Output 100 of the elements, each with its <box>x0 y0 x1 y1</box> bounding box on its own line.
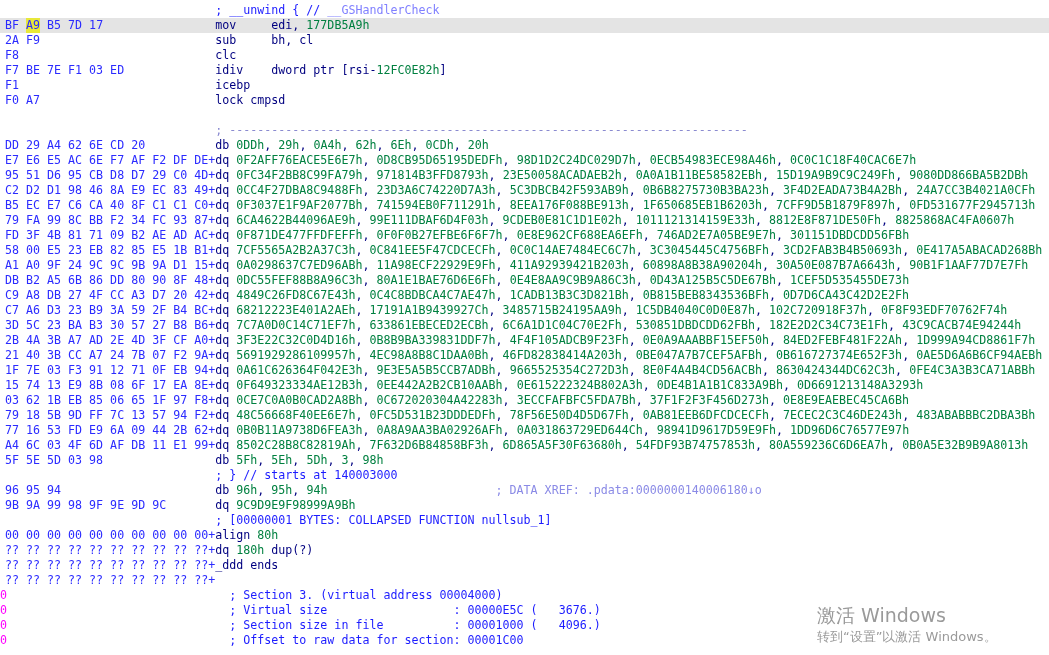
instruction-mnemonic: dq <box>215 288 230 303</box>
instruction-operands: 0F649323334AE12B3h, 0EE442A2B2CB10AABh, 0E615222324B802A3h, 0DE4B1A1B1C833A9Bh, 0D6691213148A3293h <box>236 378 924 393</box>
hex-bytes: ?? ?? ?? ?? ?? ?? ?? ?? ?? ??+ <box>5 543 216 558</box>
instruction-operands: 0A61C626364F042E3h, 9E3E5A5B5CCB7ADBh, 9665525354C272D3h, 8E0F4A4B4CD56ACBh, 8630424344DC62C3h, 0FE4C3A3B3CA71ABBh <box>236 363 1036 378</box>
code-comment: ; __unwind { // <box>215 3 321 18</box>
instruction-mnemonic: db <box>215 483 230 498</box>
instruction-mnemonic: dq <box>215 498 230 513</box>
hex-bytes: 3D 5C 23 BA B3 30 57 27 B8 B6+ <box>5 318 216 333</box>
instruction-mnemonic: sub <box>215 33 238 48</box>
hex-bytes: 95 51 D6 95 CB D8 D7 29 C0 4D+ <box>5 168 216 183</box>
instruction-operands: 0F3037E1F9AF2077Bh, 741594EB0F711291h, 8EEA176F088BE913h, 1F650685EB1B6203h, 7CFF9D5B1879F897h, 0FD531677F2945713h <box>236 198 1036 213</box>
instruction-operands: 6CA4622B44096AE9h, 99E111DBAF6D4F03h, 9CDEB0E81C1D1E02h, 1011121314159E33h, 8812E8F871DE50Fh, 8825868AC4FA0607h <box>236 213 1015 228</box>
hex-bytes: BF <box>5 18 21 33</box>
hex-bytes: C2 D2 D1 98 46 8A E9 EC 83 49+ <box>5 183 216 198</box>
instruction-mnemonic: lock cmpsd <box>215 93 286 108</box>
code-comment: ; } // starts at 140003000 <box>215 468 398 483</box>
hex-bytes: ?? ?? ?? ?? ?? ?? ?? ?? ?? ??+ <box>5 558 216 573</box>
instruction-operands: 0DC55FEF88B8A96C3h, 80A1E1BAE76D6E6Fh, 0E4E8AA9C9B9A86C3h, 0D43A125B5C5DE67Bh, 1CEF5D535455DE73h <box>236 273 910 288</box>
hex-bytes: 0 <box>0 603 7 618</box>
hex-bytes: C7 A6 D3 23 B9 3A 59 2F B4 BC+ <box>5 303 216 318</box>
xref-comment: ; DATA XREF: .pdata:0000000140006180↓o <box>495 483 762 498</box>
instruction-operands: 0CE7C0A0B0CAD2A8Bh, 0C672020304A42283h, 3ECCFAFBFC5FDA7Bh, 37F1F2F3F456D273h, 0E8E9EAEBEC45CA6Bh <box>236 393 910 408</box>
instruction-mnemonic: dq <box>215 408 230 423</box>
hex-bytes: ?? ?? ?? ?? ?? ?? ?? ?? ?? ??+ <box>5 573 216 588</box>
instruction-mnemonic: _ddd ends <box>215 558 279 573</box>
hex-bytes: 5F 5E 5D 03 98 <box>5 453 104 468</box>
instruction-operands: edi, 177DB5A9h <box>271 18 370 33</box>
instruction-operands: 0B0B11A9738D6FEA3h, 0A8A9AA3BA02926AFh, 0A031863729ED644Ch, 98941D9617D59E9Fh, 1DD96D6C76577E97h <box>236 423 910 438</box>
instruction-operands: 9C9D9E9F98999A9Bh <box>236 498 356 513</box>
hex-bytes: 96 95 94 <box>5 483 62 498</box>
instruction-operands: 48C56668F40EE6E7h, 0FC5D531B23DDDEDFh, 78F56E50D4D5D67Fh, 0AB81EEB6DFCDCECFh, 7ECEC2C3C46DE243h, 483ABABBBC2DBA3Bh <box>236 408 1036 423</box>
hex-bytes: 2B 4A 3B A7 AD 2E 4D 3F CF A0+ <box>5 333 216 348</box>
instruction-operands: 5Fh, 5Eh, 5Dh, 3, 98h <box>236 453 384 468</box>
hex-bytes: 00 00 00 00 00 00 00 00 00 00+ <box>5 528 216 543</box>
hex-bytes: F7 BE 7E F1 03 ED <box>5 63 125 78</box>
instruction-operands: 7C7A0D0C14C71EF7h, 633861EBECED2ECBh, 6C6A1D1C04C70E2Fh, 530851DBDCDD62FBh, 182E2D2C34C73E1Fh, 43C9CACB74E94244h <box>236 318 1022 333</box>
instruction-operands: 0FC34F2BB8C99FA79h, 971814B3FFD8793h, 23E50058ACADAEB2h, 0A0A1B11BE58582EBh, 15D19A9B9C9C249Fh, 9080DD866BA5B2DBh <box>236 168 1029 183</box>
instruction-mnemonic: dq <box>215 303 230 318</box>
instruction-operands: bh, cl <box>271 33 314 48</box>
instruction-mnemonic: dq <box>215 243 230 258</box>
instruction-mnemonic: dq <box>215 543 230 558</box>
hex-bytes: A4 6C 03 4F 6D AF DB 11 E1 99+ <box>5 438 216 453</box>
hex-bytes: F1 <box>5 78 20 93</box>
instruction-operands: dword ptr [rsi-12FC0E82h] <box>271 63 447 78</box>
code-comment: ; [00000001 BYTES: COLLAPSED FUNCTION nullsub_1] <box>215 513 552 528</box>
instruction-mnemonic: dq <box>215 363 230 378</box>
separator-comment: ; -------------------------------------------------------------------------- <box>215 123 748 138</box>
hex-bytes: 77 16 53 FD E9 6A 09 44 2B 62+ <box>5 423 216 438</box>
activation-title: 激活 Windows <box>817 603 946 627</box>
instruction-mnemonic: dq <box>215 393 230 408</box>
instruction-mnemonic: dq <box>215 258 230 273</box>
instruction-operands: 0F2AFF76EACE5E6E7h, 0D8CB95D65195DEDFh, 98D1D2C24DC029D7h, 0ECB54983ECE98A46h, 0C0C1C18F40CAC6E7h <box>236 153 917 168</box>
instruction-operands: 80h <box>257 528 279 543</box>
instruction-operands: 3F3E22C32C0D4D16h, 0B8B9BA339831DDF7h, 4F4F105ADCB9F23Fh, 0E0A9AAABBF15EF50h, 84ED2FEBF481F22Ah, 1D999A94CD8861F7h <box>236 333 1036 348</box>
hex-bytes: 0 <box>0 588 7 603</box>
instruction-mnemonic: dq <box>215 228 230 243</box>
instruction-operands: 5691929286109957h, 4EC98A8B8C1DAA0Bh, 46FD82838414A203h, 0BE047A7B7CEF5AFBh, 0B616727374E652F3h, 0AE5D6A6B6CF94AEBh <box>236 348 1043 363</box>
hex-bytes: DB B2 A5 6B 86 DD 80 90 8F 48+ <box>5 273 216 288</box>
hex-bytes: E7 E6 E5 AC 6E F7 AF F2 DF DE+ <box>5 153 216 168</box>
hex-bytes: 21 40 3B CC A7 24 7B 07 F2 9A+ <box>5 348 216 363</box>
code-comment: ; Section 3. (virtual address 00004000) <box>229 588 503 603</box>
instruction-mnemonic: icebp <box>215 78 252 93</box>
instruction-mnemonic: dq <box>215 183 230 198</box>
hex-bytes: 1F 7E 03 F3 91 12 71 0F EB 94+ <box>5 363 216 378</box>
instruction-mnemonic: dq <box>215 153 230 168</box>
instruction-mnemonic: db <box>215 138 230 153</box>
instruction-mnemonic: dq <box>215 378 230 393</box>
selected-byte: A9 <box>26 18 41 33</box>
instruction-operands: 0CC4F27DBA8C9488Fh, 23D3A6C74220D7A3h, 5C3DBCB42F593AB9h, 0B6B8275730B3BA23h, 3F4D2EADA73B4A2Bh, 24A7CC3B4021A0CFh <box>236 183 1036 198</box>
instruction-operands: 96h, 95h, 94h <box>236 483 329 498</box>
instruction-mnemonic: idiv <box>215 63 245 78</box>
instruction-mnemonic: dq <box>215 333 230 348</box>
code-comment: ; Offset to raw data for section: 00001C00 <box>229 633 524 648</box>
instruction-mnemonic: dq <box>215 423 230 438</box>
code-comment: ; Virtual size : 00000E5C ( 3676.) <box>229 603 601 618</box>
instruction-operands: 0DDh, 29h, 0A4h, 62h, 6Eh, 0CDh, 20h <box>236 138 489 153</box>
instruction-mnemonic: db <box>215 453 230 468</box>
instruction-mnemonic: mov <box>215 18 238 33</box>
instruction-mnemonic: align <box>215 528 251 543</box>
hex-bytes: F0 A7 <box>5 93 41 108</box>
instruction-operands: 4849C26FD8C67E43h, 0C4C8BDBCA4C7AE47h, 1CADB13B3C3D821Bh, 0B815BEB8343536BFh, 0D7D6CA43C42D2E2Fh <box>236 288 910 303</box>
instruction-mnemonic: dq <box>215 438 230 453</box>
instruction-mnemonic: dq <box>215 213 230 228</box>
hex-bytes: 0 <box>0 618 7 633</box>
hex-bytes: 58 00 E5 23 EB 82 85 E5 1B B1+ <box>5 243 216 258</box>
instruction-operands: 8502C28B8C82819Ah, 7F632D6B84858BF3h, 6D865A5F30F63680h, 54FDF93B74757853h, 80A559236C6D6EA7h, 0B0A5E32B9B9A8013h <box>236 438 1029 453</box>
hex-bytes: B5 7D 17 <box>46 18 104 33</box>
hex-bytes: 79 FA 99 8C BB F2 34 FC 93 87+ <box>5 213 216 228</box>
hex-bytes: F8 <box>5 48 20 63</box>
hex-bytes: 15 74 13 E9 8B 08 6F 17 EA 8E+ <box>5 378 216 393</box>
instruction-mnemonic: dq <box>215 198 230 213</box>
instruction-mnemonic: dq <box>215 318 230 333</box>
hex-bytes: DD 29 A4 62 6E CD 20 <box>5 138 146 153</box>
activation-message: 转到“设置”以激活 Windows。 <box>817 628 997 646</box>
instruction-mnemonic: dq <box>215 348 230 363</box>
hex-bytes: 2A F9 <box>5 33 41 48</box>
instruction-mnemonic: clc <box>215 48 238 63</box>
instruction-operands: 7CF5565A2B2A37C3h, 0C841EE5F47CDCECFh, 0C0C14AE7484EC6C7h, 3C3045445C4756BFh, 3CD2FAB3B4B50693h, 0E417A5ABACAD268Bh <box>236 243 1043 258</box>
hex-bytes: B5 EC E7 C6 CA 40 8F C1 C1 C0+ <box>5 198 216 213</box>
hex-bytes: A1 A0 9F 24 9C 9C 9B 9A D1 15+ <box>5 258 216 273</box>
